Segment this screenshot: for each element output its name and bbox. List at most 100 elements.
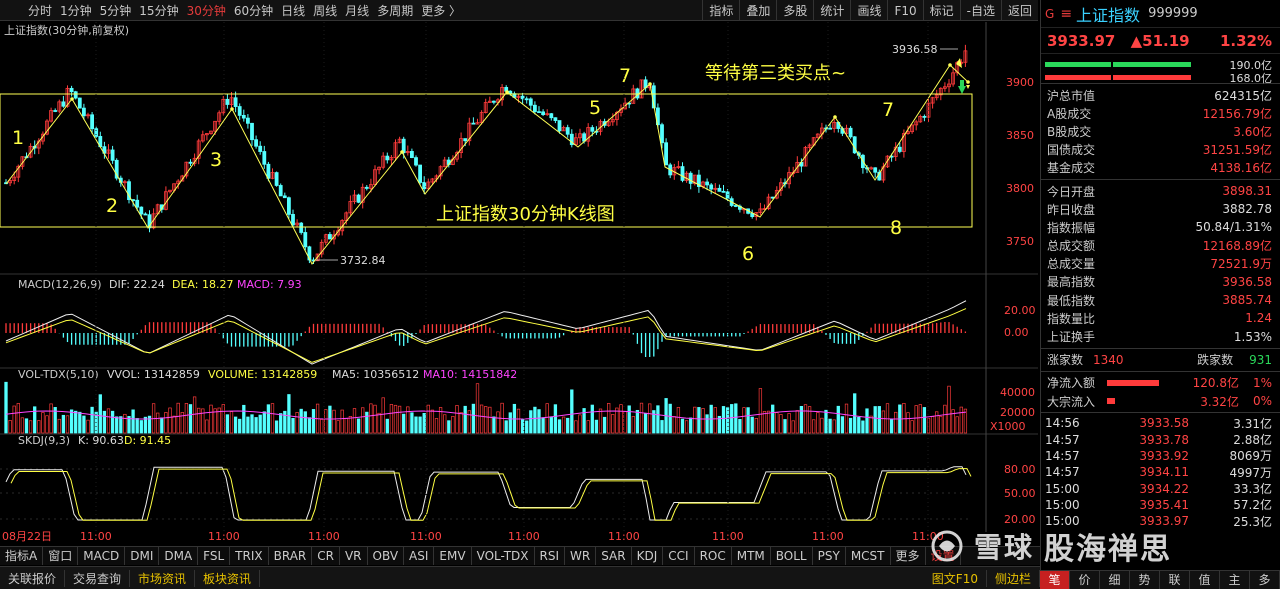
candle-body: [188, 161, 193, 164]
indicator-tab[interactable]: 设置: [926, 547, 961, 565]
toolbar-button[interactable]: 指标: [702, 0, 739, 21]
indicator-tab[interactable]: MACD: [78, 547, 126, 565]
candle-body: [537, 111, 541, 114]
indicator-tab[interactable]: 更多: [891, 547, 926, 565]
indicator-tab[interactable]: CR: [312, 547, 340, 565]
tick-price: 3934.11: [1139, 465, 1189, 480]
volume-bar: [762, 410, 767, 434]
volume-bar: [631, 416, 635, 434]
volume-bar: [541, 417, 545, 434]
period-tab[interactable]: 15分钟: [139, 2, 178, 19]
indicator-tab[interactable]: DMA: [159, 547, 199, 565]
side-tab[interactable]: 值: [1190, 571, 1220, 589]
side-tab[interactable]: 势: [1130, 571, 1160, 589]
period-tab[interactable]: 月线: [345, 2, 369, 19]
tick-volume: 4997万: [1229, 465, 1272, 480]
indicator-tab[interactable]: SAR: [596, 547, 632, 565]
period-tab[interactable]: 30分钟: [187, 2, 226, 19]
volume-bar: [291, 417, 295, 434]
kline-chart[interactable]: 390038503800375012357678上证指数30分钟K线图等待第三类…: [0, 22, 1038, 545]
indicator-tab[interactable]: MTM: [732, 547, 771, 565]
period-tab[interactable]: 更多 〉: [421, 2, 461, 19]
indicator-tab[interactable]: VR: [340, 547, 368, 565]
toolbar-button[interactable]: F10: [887, 0, 922, 21]
bottom-bar-right-item[interactable]: 侧边栏: [987, 570, 1040, 587]
volume-bar: [352, 408, 357, 434]
volume-bar: [373, 404, 377, 434]
candle-body: [590, 127, 595, 132]
indicator-tab[interactable]: KDJ: [632, 547, 664, 565]
indicator-tab[interactable]: ASI: [404, 547, 435, 565]
volume-bar: [906, 412, 910, 434]
bottom-bar-item[interactable]: 交易查询: [65, 569, 131, 587]
period-tab[interactable]: 5分钟: [100, 2, 132, 19]
toolbar-button[interactable]: 统计: [813, 0, 850, 21]
side-tab[interactable]: 笔: [1040, 571, 1070, 589]
volume-bar: [57, 418, 61, 434]
period-tab[interactable]: 60分钟: [234, 2, 273, 19]
indicator-tab[interactable]: 窗口: [43, 547, 79, 565]
side-tab[interactable]: 主: [1220, 571, 1250, 589]
bottom-bar-item[interactable]: 板块资讯: [195, 569, 261, 587]
indicator-tab[interactable]: MCST: [846, 547, 891, 565]
toolbar-button[interactable]: 标记: [922, 0, 960, 21]
indicator-tab[interactable]: WR: [565, 547, 597, 565]
side-tab[interactable]: 价: [1070, 571, 1100, 589]
toolbar-button[interactable]: 多股: [776, 0, 813, 21]
bottom-bar-item[interactable]: 市场资讯: [130, 569, 196, 587]
volume-bar: [504, 420, 508, 434]
indicator-tab[interactable]: RSI: [535, 547, 566, 565]
indicator-tab[interactable]: ROC: [695, 547, 732, 565]
period-tab[interactable]: 周线: [313, 2, 337, 19]
skdj-d: D: 91.45: [124, 434, 171, 447]
chart-annotation-wait: 等待第三类买点~: [705, 63, 846, 84]
side-tab[interactable]: 细: [1100, 571, 1130, 589]
wave-point: [948, 63, 952, 67]
wave-point: [400, 150, 404, 154]
stat-row: 今日开盘 3898.31: [1041, 182, 1280, 200]
volume-bar: [799, 405, 804, 434]
menu-icon[interactable]: ≡: [1060, 6, 1072, 22]
bottom-bar-right-item[interactable]: 图文F10: [924, 570, 987, 587]
stat-row: B股成交 3.60亿: [1041, 122, 1280, 140]
volume-bar: [615, 407, 619, 434]
wave-label: 7: [619, 65, 631, 87]
indicator-tab[interactable]: BOLL: [771, 547, 813, 565]
indicator-tab[interactable]: TRIX: [230, 547, 269, 565]
toolbar-button[interactable]: 画线: [850, 0, 887, 21]
volume-bar: [160, 417, 164, 434]
indicator-tab[interactable]: VOL-TDX: [472, 547, 535, 565]
indicator-tab[interactable]: OBV: [368, 547, 405, 565]
side-tab[interactable]: 联: [1160, 571, 1190, 589]
indicator-tab[interactable]: FSL: [198, 547, 231, 565]
indicator-tab[interactable]: PSY: [813, 547, 846, 565]
bottom-bar-item[interactable]: 关联报价: [0, 569, 66, 587]
volume-bar: [344, 418, 348, 434]
volume-bar: [791, 420, 795, 434]
indicator-tab[interactable]: CCI: [663, 547, 695, 565]
stat-value: 50.84/1.31%: [1195, 220, 1272, 235]
flow-value: 120.8亿: [1192, 376, 1239, 391]
volume-bar: [869, 415, 873, 434]
indicator-tab[interactable]: EMV: [434, 547, 472, 565]
volume-bar: [795, 410, 799, 434]
period-tab[interactable]: 日线: [281, 2, 305, 19]
indicator-tab[interactable]: 指标A: [0, 547, 44, 565]
tick-row: 15:00 3933.97 25.3亿: [1041, 513, 1280, 529]
toolbar-button[interactable]: 叠加: [739, 0, 776, 21]
indicator-tab[interactable]: BRAR: [269, 547, 313, 565]
tick-row: 14:57 3933.78 2.88亿: [1041, 431, 1280, 448]
period-tab[interactable]: 1分钟: [60, 2, 92, 19]
toolbar-button[interactable]: 返回: [1000, 0, 1038, 21]
volume-bar: [397, 405, 402, 434]
side-tab[interactable]: 多: [1250, 571, 1280, 589]
chart-area[interactable]: 3900 3850 3800 3750 1 2 3 5 7 6 7 8 上证指数30分钟K线图 等待第三类…: [0, 22, 1038, 545]
tick-price: 3933.58: [1139, 416, 1189, 431]
tick-time: 14:56: [1045, 416, 1080, 431]
tick-volume: 8069万: [1229, 449, 1272, 464]
period-tab[interactable]: 多周期: [377, 2, 413, 19]
toolbar-button[interactable]: -自选: [959, 0, 1001, 21]
skdj-d-line: [10, 468, 972, 521]
period-tab[interactable]: 分时: [28, 2, 52, 19]
indicator-tab[interactable]: DMI: [125, 547, 160, 565]
